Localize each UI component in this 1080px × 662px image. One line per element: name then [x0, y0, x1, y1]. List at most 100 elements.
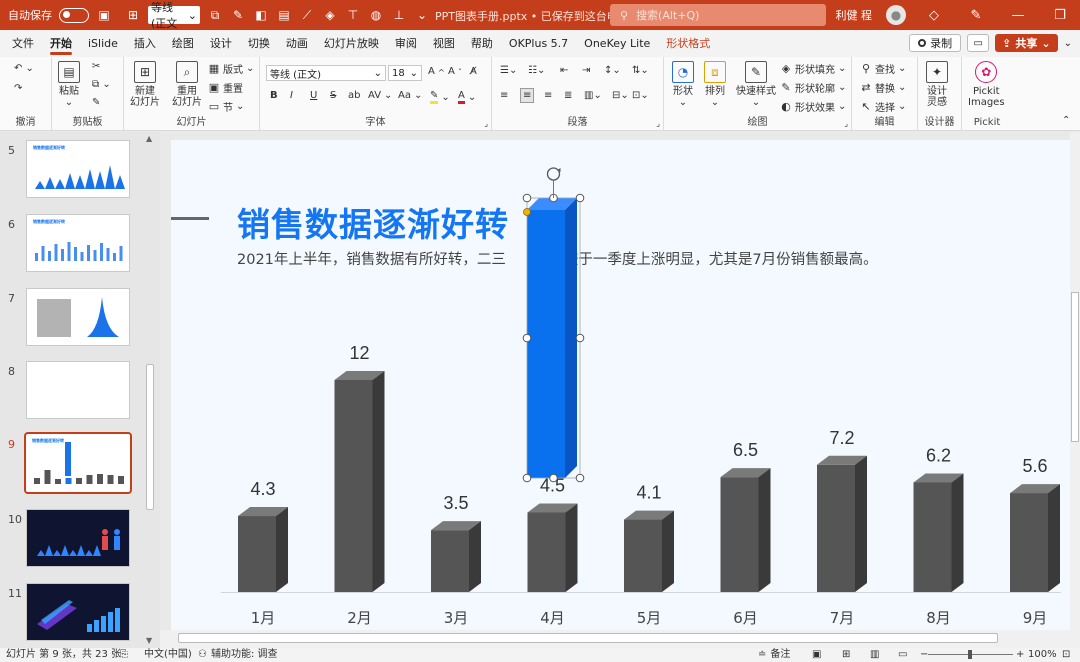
minimize-icon[interactable]: —: [1004, 8, 1032, 23]
ribbon-collapse-icon[interactable]: ⌄: [1064, 38, 1072, 49]
resize-handle[interactable]: [522, 193, 532, 203]
font-dialog-launcher-icon[interactable]: ⌟: [484, 119, 488, 128]
tab-4[interactable]: 绘图: [164, 30, 202, 57]
color-icon[interactable]: ◍: [368, 7, 384, 23]
horizontal-scrollbar[interactable]: [160, 630, 1080, 648]
accessibility-button[interactable]: ⚇ 辅助功能: 调查: [198, 648, 278, 662]
reset-button[interactable]: ▣ 重置: [208, 80, 243, 95]
bar-6[interactable]: [817, 455, 867, 592]
collapse-ribbon-icon[interactable]: ⌃: [1062, 115, 1070, 126]
thumbnail-scrollbar[interactable]: [146, 364, 154, 510]
save-icon[interactable]: ▣: [96, 7, 112, 23]
shape-fill-button[interactable]: ◈ 形状填充 ⌄: [780, 61, 847, 76]
copy-format-icon[interactable]: ⧉: [207, 7, 223, 23]
bar-8[interactable]: [1010, 484, 1060, 592]
highlight-icon[interactable]: ✎ ⌄: [430, 90, 450, 104]
tab-9[interactable]: 审阅: [387, 30, 425, 57]
comments-button[interactable]: ▭: [967, 34, 990, 52]
pen-icon[interactable]: ⟋: [299, 7, 315, 23]
paste-button[interactable]: ▤ 粘贴 ⌄: [58, 61, 80, 108]
normal-view-icon[interactable]: ▣: [812, 648, 821, 662]
slide-sorter-icon[interactable]: ⊞: [842, 648, 850, 662]
undo-icon[interactable]: ↶ ⌄: [14, 63, 34, 74]
slide-thumbnail-9[interactable]: 销售数据逐渐好转: [24, 432, 132, 494]
slide-thumbnail-6[interactable]: 销售数据逐渐好转: [26, 214, 130, 272]
notes-button[interactable]: ≐ 备注: [758, 648, 790, 662]
resize-handle[interactable]: [575, 193, 585, 203]
tab-12[interactable]: OKPlus 5.7: [501, 30, 576, 57]
fill-icon[interactable]: ◈: [322, 7, 338, 23]
tab-7[interactable]: 动画: [278, 30, 316, 57]
copy-icon[interactable]: ⧉ ⌄: [92, 79, 111, 90]
highlight-column-shape[interactable]: [522, 167, 585, 483]
resize-handle[interactable]: [575, 473, 585, 483]
layout-button[interactable]: ▦ 版式 ⌄: [208, 61, 255, 76]
tab-10[interactable]: 视图: [425, 30, 463, 57]
tab-2[interactable]: iSlide: [80, 30, 126, 57]
decrease-indent-icon[interactable]: ⇤: [560, 65, 568, 76]
font-name-select[interactable]: 等线 (正文) ⌄: [266, 65, 386, 81]
customize-icon[interactable]: ⌄: [414, 7, 430, 23]
distribute-icon[interactable]: ⊥: [391, 7, 407, 23]
vertical-scroll-thumb[interactable]: [1071, 292, 1079, 442]
shape-effects-button[interactable]: ◐ 形状效果 ⌄: [780, 99, 846, 114]
share-button[interactable]: ⇪ 共享 ⌄: [995, 34, 1058, 52]
bar-1[interactable]: [334, 371, 385, 592]
record-button[interactable]: 录制: [909, 34, 962, 52]
underline-button[interactable]: U: [310, 90, 317, 101]
reading-view-icon[interactable]: ▥: [870, 648, 879, 662]
format-painter-icon[interactable]: ✎: [230, 7, 246, 23]
new-slide-button[interactable]: ⊞ 新建 幻灯片: [130, 61, 160, 108]
bar-7[interactable]: [913, 473, 964, 592]
char-spacing-button[interactable]: AV ⌄: [368, 90, 392, 101]
zoom-out-icon[interactable]: −: [920, 648, 928, 662]
document-title[interactable]: PPT图表手册.pptx • 已保存到这台电脑: [435, 8, 629, 24]
zoom-in-icon[interactable]: +: [1016, 648, 1024, 662]
language-indicator[interactable]: 中文(中国): [144, 648, 192, 662]
resize-handle[interactable]: [522, 473, 532, 483]
pen-tool-icon[interactable]: ✎: [962, 8, 990, 23]
horizontal-scroll-thumb[interactable]: [178, 633, 998, 643]
text-box-icon[interactable]: ▤: [276, 7, 292, 23]
tab-8[interactable]: 幻灯片放映: [316, 30, 387, 57]
align-right-icon[interactable]: ≡: [544, 90, 552, 101]
bar-5[interactable]: [720, 468, 771, 592]
format-painter-icon[interactable]: ✎: [92, 97, 100, 108]
scroll-up-icon[interactable]: ▲: [146, 134, 152, 143]
quick-styles-button[interactable]: ✎ 快速样式 ⌄: [736, 61, 776, 108]
tab-6[interactable]: 切换: [240, 30, 278, 57]
grow-font-icon[interactable]: A ^: [428, 66, 445, 77]
restore-icon[interactable]: ❐: [1046, 8, 1074, 23]
tab-13[interactable]: OneKey Lite: [576, 30, 658, 57]
cut-icon[interactable]: ✂: [92, 61, 100, 72]
slide-thumbnail-10[interactable]: [26, 509, 130, 567]
slide-thumbnail-7[interactable]: [26, 288, 130, 346]
spelling-icon[interactable]: ⎘: [120, 648, 128, 662]
strikethrough-button[interactable]: S: [330, 90, 336, 101]
shape-icon[interactable]: ◧: [253, 7, 269, 23]
slide-icon[interactable]: ⊞: [125, 7, 141, 23]
slide-thumbnail-5[interactable]: 销售数据逐渐好转: [26, 140, 130, 198]
premium-icon[interactable]: ◇: [920, 8, 948, 23]
paragraph-dialog-launcher-icon[interactable]: ⌟: [656, 119, 660, 128]
increase-indent-icon[interactable]: ⇥: [582, 65, 590, 76]
user-name[interactable]: 利健 程: [836, 7, 873, 23]
quick-font-select[interactable]: 等线 (正文 ⌄: [148, 1, 200, 30]
bar-2[interactable]: [431, 521, 481, 592]
tab-1[interactable]: 开始: [42, 30, 80, 57]
resize-handle[interactable]: [575, 333, 585, 343]
vertical-scrollbar[interactable]: [1070, 132, 1080, 630]
reuse-slide-button[interactable]: ⌕ 重用 幻灯片: [172, 61, 202, 108]
slide-thumbnail-8[interactable]: [26, 361, 130, 419]
font-size-select[interactable]: 18 ⌄: [388, 65, 422, 81]
shapes-button[interactable]: ◔ 形状 ⌄: [672, 61, 694, 108]
tab-11[interactable]: 帮助: [463, 30, 501, 57]
shape-outline-button[interactable]: ✎ 形状轮廓 ⌄: [780, 80, 846, 95]
adjust-handle[interactable]: [523, 208, 531, 216]
change-case-button[interactable]: Aa ⌄: [398, 90, 422, 101]
font-color-icon[interactable]: A ⌄: [458, 90, 476, 104]
align-icon[interactable]: ⊤: [345, 7, 361, 23]
numbering-icon[interactable]: ☷⌄: [528, 65, 545, 76]
section-button[interactable]: ▭ 节 ⌄: [208, 99, 245, 114]
tab-5[interactable]: 设计: [202, 30, 240, 57]
